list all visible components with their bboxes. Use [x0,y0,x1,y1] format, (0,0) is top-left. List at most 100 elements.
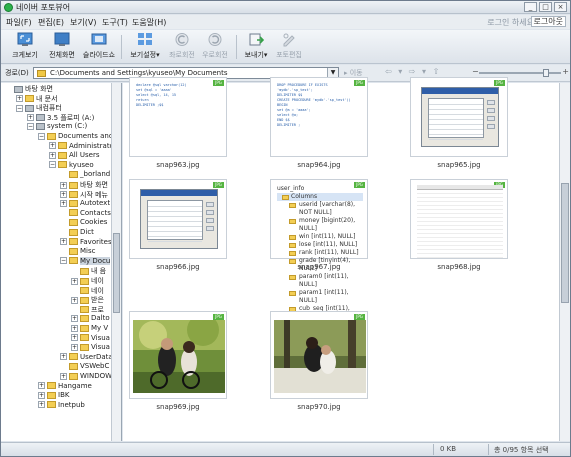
desktop-icon [14,85,23,93]
collapse-icon[interactable]: − [60,257,67,265]
expand-icon[interactable]: + [49,142,56,150]
zoom-in-icon[interactable]: + [562,67,569,76]
close-button[interactable]: × [554,2,567,12]
schema-column: param1 [int(11), NULL] [277,289,363,305]
tree-scrollbar-thumb[interactable] [113,233,120,313]
expand-icon[interactable]: + [71,296,78,304]
expand-icon[interactable]: + [60,181,67,189]
folder-icon [69,170,78,178]
thumbnail[interactable]: JPG declare @sql varchar(12) set @sql = 'a… [129,77,227,157]
collapse-icon[interactable]: − [16,104,23,112]
photo-edit-button[interactable]: 포토편집 [271,32,307,60]
tree-item-label: Autotext [80,199,111,208]
menu-help[interactable]: 도움말(H) [132,17,166,28]
folder-icon [69,362,78,370]
tree-item-label: My Docu [80,256,111,265]
tree-item-label: Misc [80,247,96,256]
expand-icon[interactable]: + [60,199,67,207]
send-icon [249,33,264,46]
expand-icon[interactable]: + [71,277,78,285]
folder-icon [58,151,67,159]
thumbnail-image [417,83,503,150]
fullscreen-button[interactable]: 전체화면 [44,32,80,60]
tree-item-label: Visua [91,333,110,342]
column-icon [289,275,296,280]
rotate-left-icon [175,33,189,46]
folder-icon [37,70,46,77]
minimize-button[interactable]: _ [524,2,537,12]
expand-icon[interactable]: + [60,191,67,199]
logout-button[interactable]: 로그아웃 [530,16,566,27]
view-settings-button[interactable]: 보기설정▾ [125,32,165,60]
schema-folder: Columns [277,193,363,201]
slideshow-label: 슬라이드쇼 [82,51,116,59]
menu-view[interactable]: 보기(V) [70,17,96,28]
folder-icon [80,334,89,342]
schema-column-label: lose [int(11), NULL] [299,241,358,248]
expand-icon[interactable]: + [16,95,23,103]
slider-thumb[interactable] [543,69,549,77]
expand-icon[interactable]: + [71,343,78,351]
expand-icon[interactable]: + [60,353,67,361]
thumbnail[interactable]: JPG [129,179,227,259]
enlarge-button[interactable]: 크게보기 [7,32,43,60]
expand-icon[interactable]: + [71,314,78,322]
tree-item-label: 받은 [91,296,104,305]
expand-icon[interactable]: + [60,238,67,246]
expand-icon[interactable]: + [38,382,45,390]
grid-line [148,211,202,212]
toolbar-separator [236,35,237,59]
rotate-right-button[interactable]: 우로회전 [197,32,233,60]
navigation-buttons[interactable]: ⇦ ▾ ⇨ ▾ ⇧ [385,67,441,76]
folder-icon [80,296,89,304]
tree-item-label: Favorites [80,237,112,246]
schema-title: user_info [277,185,305,192]
tree-item-label: Inetpub [58,400,85,409]
main-scrollbar[interactable] [559,83,570,441]
thumbnail[interactable]: JPG [270,311,368,399]
tree-item-label: 네이 [91,286,104,295]
grid-line [148,226,202,227]
tree-item[interactable]: + Inetpub [38,401,85,412]
folder-icon [47,382,56,390]
zoom-out-icon[interactable]: − [472,67,479,76]
folder-icon [58,161,67,169]
login-link[interactable]: 로그인 하세요 [487,17,534,28]
expand-icon[interactable]: + [38,391,45,399]
send-button[interactable]: 보내기▾ [239,32,273,60]
folder-icon [69,257,78,265]
grid-line [429,114,483,115]
tree-item-label: 바탕 화면 [25,85,53,93]
expand-icon[interactable]: + [49,151,56,159]
menu-edit[interactable]: 편집(E) [38,17,64,28]
thumbnail-size-slider[interactable]: − + [472,67,569,77]
expand-icon[interactable]: + [60,372,67,380]
folder-icon [47,391,56,399]
expand-icon[interactable]: + [71,324,78,332]
thumbnail-filename: snap968.jpg [437,263,481,271]
expand-icon[interactable]: + [27,114,34,122]
tree-item-label: 내컴퓨터 [36,104,62,113]
thumbnail-filename: snap969.jpg [156,403,200,411]
photo-edit-icon [283,33,295,47]
rotate-left-button[interactable]: 좌로회전 [164,32,200,60]
tree-scrollbar[interactable] [111,83,121,441]
thumbnail[interactable]: JPG [129,311,227,399]
menu-tools[interactable]: 도구(T) [102,17,128,28]
thumbnail[interactable]: JPG [410,179,508,259]
collapse-icon[interactable]: − [49,161,56,169]
expand-icon[interactable]: + [38,401,45,409]
collapse-icon[interactable]: − [38,132,45,140]
collapse-icon[interactable]: − [27,122,34,130]
tree-item-label: Dalto [91,314,110,323]
slideshow-button[interactable]: 슬라이드쇼 [81,32,117,60]
thumbnail[interactable]: JPG DROP PROCEDURE IF EXISTS 'mydb'.'sp_t… [270,77,368,157]
code-line: DELIMITER ; [277,123,301,127]
thumbnail[interactable]: JPG user_info Columns userid [varchar(8), N… [270,179,368,336]
menu-file[interactable]: 파일(F) [6,17,32,28]
toolbar: 크게보기 전체화면 슬라이드쇼 보기설정▾ 좌로회전 우로회전 보내기▾ 포토편… [1,30,570,64]
maximize-button[interactable]: □ [539,2,552,12]
main-scrollbar-thumb[interactable] [561,183,569,303]
expand-icon[interactable]: + [71,334,78,342]
thumbnail[interactable]: JPG [410,77,508,157]
